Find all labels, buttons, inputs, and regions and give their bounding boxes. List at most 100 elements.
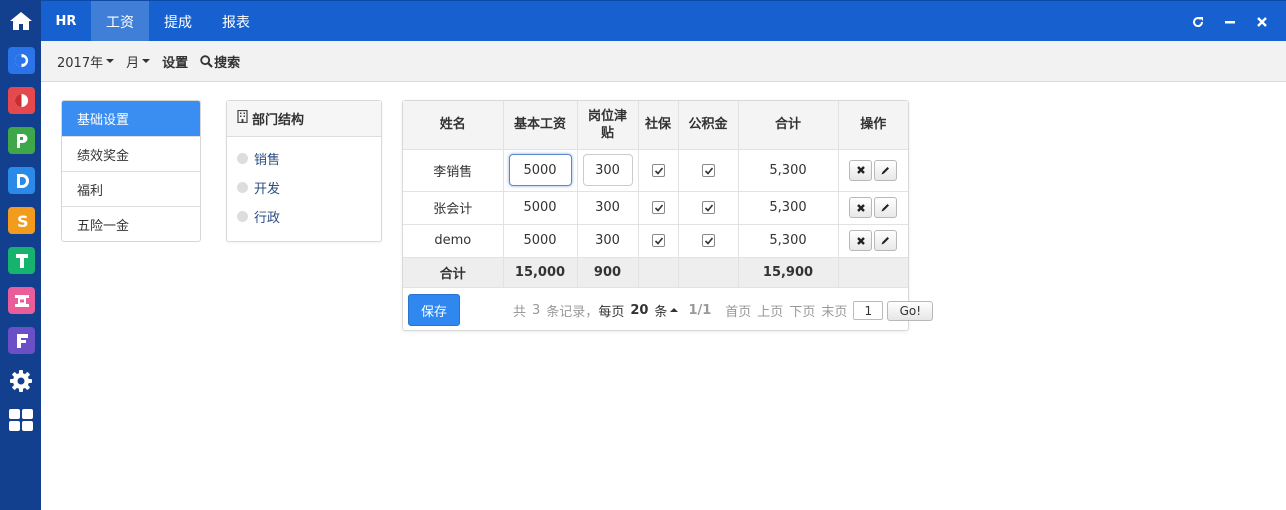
cell-actions — [838, 224, 908, 258]
first-page-link[interactable]: 首页 — [725, 301, 751, 320]
cell-name: demo — [403, 224, 504, 258]
department-panel-title: 部门结构 — [252, 113, 305, 128]
nav-report[interactable]: 报表 — [207, 1, 265, 42]
next-page-link[interactable]: 下页 — [789, 301, 815, 320]
table-row: demo 5000 300 5,300 — [403, 224, 908, 258]
nav-salary[interactable]: 工资 — [91, 1, 149, 42]
department-panel-header: 部门结构 — [227, 101, 381, 137]
social-insurance-checkbox[interactable] — [651, 234, 665, 247]
housing-fund-checkbox[interactable] — [701, 234, 715, 247]
chevron-down-icon — [142, 59, 151, 63]
settings-button[interactable]: 设置 — [162, 52, 188, 71]
save-button[interactable]: 保存 — [408, 294, 460, 326]
search-button[interactable]: 搜索 — [200, 52, 240, 71]
app-o-icon[interactable] — [8, 87, 35, 114]
cell-name: 李销售 — [403, 149, 504, 192]
delete-button[interactable] — [849, 159, 873, 181]
app-p-icon[interactable] — [8, 127, 35, 154]
department-item-admin[interactable]: 行政 — [227, 202, 381, 231]
summary-label: 合计 — [403, 257, 504, 288]
chevron-up-icon[interactable] — [670, 308, 679, 312]
cell-allowance: 300 — [577, 149, 639, 192]
minimize-icon[interactable] — [1224, 16, 1236, 28]
month-label: 月 — [126, 55, 140, 71]
edit-button[interactable] — [874, 159, 898, 181]
menu-item-social-insurance[interactable]: 五险一金 — [62, 206, 200, 241]
social-insurance-checkbox[interactable] — [651, 163, 665, 177]
summary-total: 15,900 — [738, 257, 839, 288]
close-icon[interactable] — [1256, 16, 1268, 28]
record-count-suffix: 条记录， — [546, 305, 599, 320]
app-h-icon[interactable] — [8, 287, 35, 314]
column-header-total[interactable]: 合计 — [738, 101, 839, 150]
salary-grid: 姓名 基本工资 岗位津 贴 社保 公积金 合计 操作 李销售 5000 300 … — [402, 100, 934, 331]
home-icon[interactable] — [0, 0, 41, 41]
cell-total: 5,300 — [738, 224, 839, 258]
salary-table: 姓名 基本工资 岗位津 贴 社保 公积金 合计 操作 李销售 5000 300 … — [403, 101, 908, 288]
cell-housing-fund — [678, 149, 739, 192]
per-page-unit[interactable]: 条 — [654, 301, 667, 320]
summary-allowance: 900 — [577, 257, 639, 288]
cell-social-insurance — [638, 149, 679, 192]
department-item-sales[interactable]: 销售 — [227, 144, 381, 173]
year-label: 2017年 — [57, 55, 104, 71]
department-item-dev[interactable]: 开发 — [227, 173, 381, 202]
column-header-base-salary[interactable]: 基本工资 — [503, 101, 578, 150]
delete-button[interactable] — [849, 230, 873, 251]
page-number-input[interactable]: 1 — [853, 301, 884, 320]
column-header-name[interactable]: 姓名 — [403, 101, 504, 150]
edit-button[interactable] — [874, 197, 898, 218]
column-header-social-insurance[interactable]: 社保 — [638, 101, 679, 150]
close-icon — [856, 203, 865, 212]
cell-allowance[interactable]: 300 — [577, 191, 639, 225]
department-label: 行政 — [254, 211, 281, 226]
edit-button[interactable] — [874, 230, 898, 251]
gear-icon[interactable] — [7, 367, 34, 394]
app-s-icon[interactable]: S — [8, 207, 35, 234]
search-icon — [200, 54, 213, 68]
housing-fund-checkbox[interactable] — [701, 201, 715, 214]
column-header-allowance[interactable]: 岗位津 贴 — [577, 101, 639, 150]
column-header-housing-fund[interactable]: 公积金 — [678, 101, 739, 150]
app-t-icon[interactable] — [8, 247, 35, 274]
pencil-icon — [881, 237, 890, 245]
app-d-icon[interactable] — [8, 167, 35, 194]
summary-social-insurance — [638, 257, 679, 288]
pagination: 共 3 条记录， 每页 20 条 1/1 首页 上页 下页 末页 1 Go! — [513, 290, 934, 331]
cell-total: 5,300 — [738, 191, 839, 225]
cell-social-insurance — [638, 224, 679, 258]
nav-commission[interactable]: 提成 — [149, 1, 207, 42]
social-insurance-checkbox[interactable] — [651, 201, 665, 214]
allowance-input[interactable]: 300 — [582, 154, 633, 186]
cell-actions — [838, 149, 908, 192]
top-nav: 工资 提成 报表 — [91, 1, 265, 42]
summary-housing-fund — [678, 257, 739, 288]
menu-item-welfare[interactable]: 福利 — [62, 171, 200, 206]
menu-item-basic-settings[interactable]: 基础设置 — [62, 101, 200, 136]
last-page-link[interactable]: 末页 — [821, 301, 847, 320]
year-dropdown[interactable]: 2017年 — [57, 52, 115, 71]
summary-row: 合计 15,000 900 15,900 — [403, 257, 908, 288]
summary-base-salary: 15,000 — [503, 257, 578, 288]
menu-item-performance-bonus[interactable]: 绩效奖金 — [62, 136, 200, 171]
pencil-icon — [881, 204, 890, 212]
cell-allowance[interactable]: 300 — [577, 224, 639, 258]
department-label: 开发 — [254, 182, 281, 197]
month-dropdown[interactable]: 月 — [126, 52, 151, 71]
prev-page-link[interactable]: 上页 — [757, 301, 783, 320]
brand-label[interactable]: HR — [41, 1, 91, 42]
cell-base-salary[interactable]: 5000 — [503, 224, 578, 258]
app-f-icon[interactable] — [8, 327, 35, 354]
housing-fund-checkbox[interactable] — [701, 163, 715, 177]
department-list: 销售 开发 行政 — [227, 137, 381, 231]
grid-apps-icon[interactable] — [7, 406, 34, 433]
base-salary-input[interactable]: 5000 — [508, 154, 572, 186]
refresh-icon[interactable] — [1192, 16, 1204, 28]
app-c-icon[interactable] — [8, 47, 35, 74]
cell-base-salary: 5000 — [503, 149, 578, 192]
go-button[interactable]: Go! — [887, 300, 934, 321]
cell-base-salary[interactable]: 5000 — [503, 191, 578, 225]
close-icon — [856, 236, 865, 245]
delete-button[interactable] — [849, 197, 873, 218]
per-page-value[interactable]: 20 — [630, 303, 648, 318]
